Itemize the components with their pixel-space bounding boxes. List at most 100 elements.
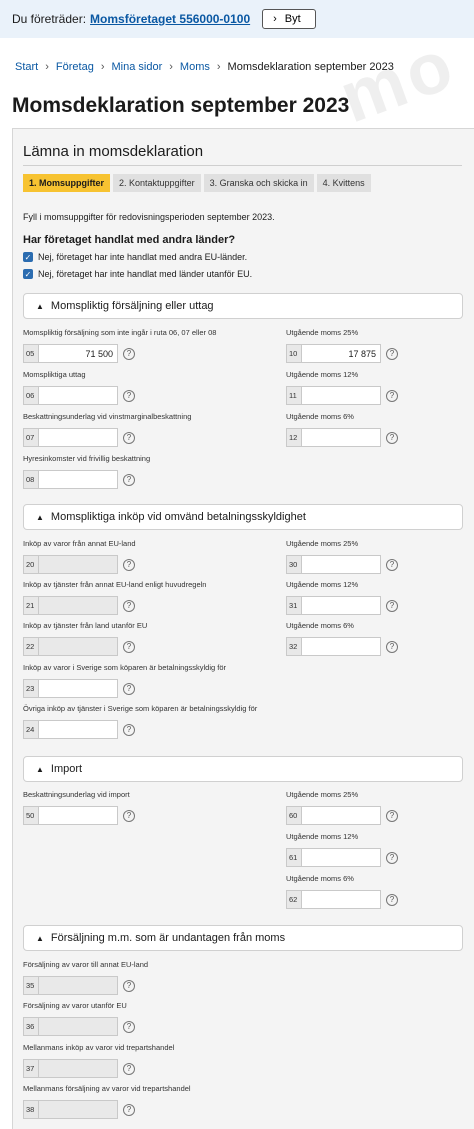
amount-input[interactable] xyxy=(38,555,118,574)
help-icon[interactable]: ? xyxy=(123,1103,135,1116)
help-icon[interactable]: ? xyxy=(123,682,135,695)
amount-input[interactable] xyxy=(301,637,381,656)
step-kontaktuppgifter[interactable]: 2. Kontaktuppgifter xyxy=(113,174,201,192)
amount-input[interactable] xyxy=(38,428,118,447)
chevron-right-icon: › xyxy=(273,13,277,25)
help-icon[interactable]: ? xyxy=(386,599,398,612)
amount-input[interactable] xyxy=(38,806,118,825)
field-50: Beskattningsunderlag vid import 50? xyxy=(23,790,135,825)
help-icon[interactable]: ? xyxy=(123,640,135,653)
help-icon[interactable]: ? xyxy=(386,893,398,906)
chevron-up-icon: ▲ xyxy=(36,512,44,522)
field-code: 60 xyxy=(286,806,301,825)
amount-input[interactable] xyxy=(38,1059,118,1078)
chevron-right-icon: › xyxy=(45,61,49,73)
divider xyxy=(23,165,462,166)
step-granska[interactable]: 3. Granska och skicka in xyxy=(203,174,314,192)
switch-company-button[interactable]: › Byt xyxy=(262,9,316,29)
help-icon[interactable]: ? xyxy=(386,640,398,653)
field-code: 38 xyxy=(23,1100,38,1119)
switch-label: Byt xyxy=(284,13,301,25)
field-label: Momspliktiga uttag xyxy=(23,370,86,379)
amount-input[interactable] xyxy=(38,386,118,405)
field-30: Utgående moms 25% 30? xyxy=(286,539,398,574)
field-code: 37 xyxy=(23,1059,38,1078)
checkmark-icon: ✓ xyxy=(23,252,33,262)
amount-input[interactable] xyxy=(38,720,118,739)
field-label: Utgående moms 6% xyxy=(286,621,354,630)
step-kvittens[interactable]: 4. Kvittens xyxy=(316,174,371,192)
amount-input[interactable] xyxy=(38,470,118,489)
help-icon[interactable]: ? xyxy=(123,809,135,822)
field-code: 22 xyxy=(23,637,38,656)
amount-input[interactable] xyxy=(301,596,381,615)
section-undantagen-fran-moms[interactable]: ▲ Försäljning m.m. som är undantagen frå… xyxy=(23,925,463,951)
breadcrumb-mina-sidor[interactable]: Mina sidor xyxy=(112,61,163,73)
help-icon[interactable]: ? xyxy=(386,431,398,444)
section-momspliktig-forsaljning[interactable]: ▲ Momspliktig försäljning eller uttag xyxy=(23,293,463,319)
company-link[interactable]: Momsföretaget 556000-0100 xyxy=(90,12,250,26)
step-momsuppgifter[interactable]: 1. Momsuppgifter xyxy=(23,174,111,192)
checkbox-no-outside-eu[interactable]: ✓ Nej, företaget har inte handlat med lä… xyxy=(23,269,252,279)
section-title: Momspliktiga inköp vid omvänd betalnings… xyxy=(50,511,306,523)
field-08: Hyresinkomster vid frivillig beskattning… xyxy=(23,454,150,489)
step-indicator: 1. Momsuppgifter 2. Kontaktuppgifter 3. … xyxy=(23,174,371,192)
help-icon[interactable]: ? xyxy=(386,347,398,360)
amount-input[interactable] xyxy=(38,596,118,615)
field-61: Utgående moms 12% 61? xyxy=(286,832,398,867)
help-icon[interactable]: ? xyxy=(123,979,135,992)
amount-input[interactable] xyxy=(301,386,381,405)
field-label: Inköp av tjänster från annat EU-land enl… xyxy=(23,580,207,589)
field-label: Försäljning av varor utanför EU xyxy=(23,1001,127,1010)
help-icon[interactable]: ? xyxy=(123,473,135,486)
breadcrumb-start[interactable]: Start xyxy=(15,61,38,73)
amount-input[interactable] xyxy=(38,679,118,698)
amount-input[interactable] xyxy=(301,555,381,574)
field-label: Beskattningsunderlag vid vinstmarginalbe… xyxy=(23,412,192,421)
field-36: Försäljning av varor utanför EU 36? xyxy=(23,1001,135,1036)
section-omvand-betalningsskyldighet[interactable]: ▲ Momspliktiga inköp vid omvänd betalnin… xyxy=(23,504,463,530)
amount-input[interactable] xyxy=(301,848,381,867)
amount-input[interactable] xyxy=(38,976,118,995)
breadcrumb-moms[interactable]: Moms xyxy=(180,61,210,73)
breadcrumb-foretag[interactable]: Företag xyxy=(56,61,94,73)
field-code: 31 xyxy=(286,596,301,615)
help-icon[interactable]: ? xyxy=(386,851,398,864)
amount-input[interactable] xyxy=(301,428,381,447)
section-import[interactable]: ▲ Import xyxy=(23,756,463,782)
field-code: 12 xyxy=(286,428,301,447)
field-label: Momspliktig försäljning som inte ingår i… xyxy=(23,328,217,337)
amount-input[interactable] xyxy=(38,1100,118,1119)
field-code: 20 xyxy=(23,555,38,574)
help-icon[interactable]: ? xyxy=(123,1062,135,1075)
amount-input[interactable]: 71 500 xyxy=(38,344,118,363)
help-icon[interactable]: ? xyxy=(123,431,135,444)
representative-bar: Du företräder: Momsföretaget 556000-0100… xyxy=(0,0,474,38)
amount-input[interactable]: 17 875 xyxy=(301,344,381,363)
section-title: Import xyxy=(50,763,83,775)
amount-input[interactable] xyxy=(301,890,381,909)
field-22: Inköp av tjänster från land utanför EU 2… xyxy=(23,621,147,656)
chevron-right-icon: › xyxy=(169,61,173,73)
amount-input[interactable] xyxy=(301,806,381,825)
help-icon[interactable]: ? xyxy=(123,1020,135,1033)
checkmark-icon: ✓ xyxy=(23,269,33,279)
help-icon[interactable]: ? xyxy=(386,389,398,402)
question-heading: Har företaget handlat med andra länder? xyxy=(23,234,236,246)
help-icon[interactable]: ? xyxy=(123,558,135,571)
help-icon[interactable]: ? xyxy=(123,347,135,360)
amount-input[interactable] xyxy=(38,1017,118,1036)
help-icon[interactable]: ? xyxy=(123,599,135,612)
checkbox-no-eu[interactable]: ✓ Nej, företaget har inte handlat med an… xyxy=(23,252,247,262)
amount-input[interactable] xyxy=(38,637,118,656)
help-icon[interactable]: ? xyxy=(123,389,135,402)
chevron-right-icon: › xyxy=(100,61,105,73)
field-24: Övriga inköp av tjänster i Sverige som k… xyxy=(23,704,257,739)
help-icon[interactable]: ? xyxy=(123,723,135,736)
help-icon[interactable]: ? xyxy=(386,809,398,822)
chevron-up-icon: ▲ xyxy=(36,764,44,774)
help-icon[interactable]: ? xyxy=(386,558,398,571)
field-label: Övriga inköp av tjänster i Sverige som k… xyxy=(23,704,258,713)
intro-text: Fyll i momsuppgifter för redovisningsper… xyxy=(23,212,275,222)
page-title: Momsdeklaration september 2023 xyxy=(12,94,350,117)
